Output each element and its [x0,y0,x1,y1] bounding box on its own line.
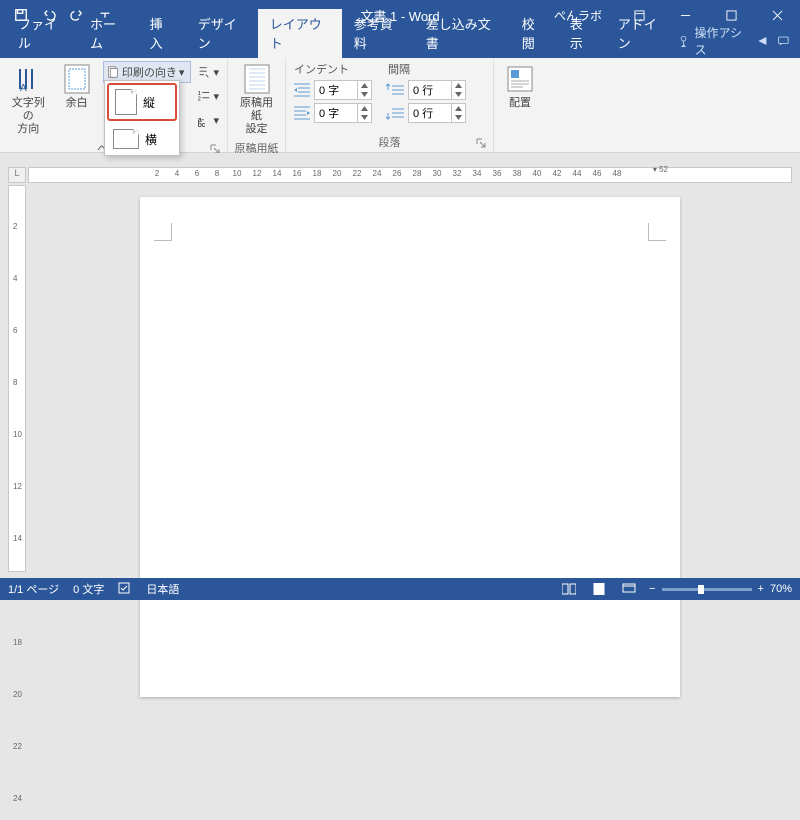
spacing-after-icon [386,105,406,121]
indent-left-row [292,80,372,100]
portrait-icon [115,89,137,115]
group-manuscript: 原稿用紙 設定 原稿用紙 [228,58,286,152]
tab-home[interactable]: ホーム [78,9,138,58]
ribbon-tabs: ファイル ホーム 挿入 デザイン レイアウト 参考資料 差し込み文書 校閲 表示… [0,30,800,58]
indent-left-icon [292,82,312,98]
zoom-out[interactable]: − [649,583,655,595]
workspace: L 24681012141618202224262830323436384042… [0,153,800,578]
margins-button[interactable]: 余白 [54,61,98,112]
svg-text:2: 2 [198,96,201,102]
crop-mark-tl [154,223,172,241]
zoom-in[interactable]: + [758,583,764,595]
spacing-before-row [386,80,466,100]
tab-view[interactable]: 表示 [558,9,606,58]
orientation-landscape[interactable]: 横 [105,123,179,155]
group-paragraph: インデント 間隔 [286,58,494,152]
tab-design[interactable]: デザイン [186,9,258,58]
tab-review[interactable]: 校閲 [510,9,558,58]
tab-layout[interactable]: レイアウト [258,9,342,58]
document-page[interactable] [140,197,680,697]
zoom-slider[interactable] [662,588,752,591]
spacing-after-row [386,103,466,123]
group-label-arrange [500,149,540,151]
vertical-ruler[interactable]: 24681012141618202224 [8,185,26,572]
line-numbers-button[interactable]: 12▾ [195,85,221,107]
indent-header: インデント [292,61,372,77]
tab-insert[interactable]: 挿入 [138,9,186,58]
vruler-numbers: 24681012141618202224 [13,196,22,820]
tab-references[interactable]: 参考資料 [342,9,414,58]
spacing-after-spinner[interactable] [408,103,466,123]
spacing-before-spinner[interactable] [408,80,466,100]
tab-addins[interactable]: アドイン [606,9,678,58]
view-print-layout[interactable] [589,581,609,597]
manuscript-settings-button[interactable]: 原稿用紙 設定 [234,61,279,139]
spacing-before-icon [386,82,406,98]
comments-icon[interactable] [777,34,790,48]
tab-file[interactable]: ファイル [6,9,78,58]
tab-mailings[interactable]: 差し込み文書 [414,9,510,58]
hruler-end: ▾ 52 [653,165,668,174]
group-label-paragraph: 段落 [292,133,487,151]
breaks-button[interactable]: ▾ [195,61,221,83]
indent-right-spinner[interactable] [314,103,372,123]
indent-left-spinner[interactable] [314,80,372,100]
status-proofing-icon[interactable] [118,581,132,598]
horizontal-ruler[interactable]: 2468101214161820222426283032343638404244… [28,167,792,183]
hruler-numbers: 2468101214161820222426283032343638404244… [147,169,627,178]
view-web-layout[interactable] [619,581,639,597]
zoom-level[interactable]: 70% [770,583,792,595]
position-button[interactable]: 配置 [500,61,540,112]
landscape-icon [113,129,139,149]
indent-right-row [292,103,372,123]
hyphenation-button[interactable]: a-bc▾ [195,109,221,131]
share-icon[interactable] [756,34,769,48]
svg-text:bc: bc [198,122,206,127]
orientation-portrait[interactable]: 縦 [107,83,177,121]
status-word-count[interactable]: 0 文字 [73,581,104,597]
text-direction-button[interactable]: A 文字列の 方向 [6,61,50,139]
group-arrange: 配置 [494,58,546,152]
crop-mark-tr [648,223,666,241]
status-language[interactable]: 日本語 [146,581,179,597]
view-read-mode[interactable] [559,581,579,597]
ruler-corner: L [8,167,26,183]
orientation-dropdown: 縦 横 [104,80,180,156]
spacing-header: 間隔 [386,61,466,77]
status-page[interactable]: 1/1 ページ [8,581,59,597]
tell-me[interactable]: 操作アシス [678,24,749,58]
indent-right-icon [292,105,312,121]
svg-text:A: A [20,83,27,93]
paragraph-dialog-launcher[interactable] [475,138,487,150]
ribbon: A 文字列の 方向 余白 印刷の向き▾ ▾ ▾ ▾ 12▾ a-bc▾ ペー [0,58,800,153]
status-bar: 1/1 ページ 0 文字 日本語 − + 70% [0,578,800,600]
